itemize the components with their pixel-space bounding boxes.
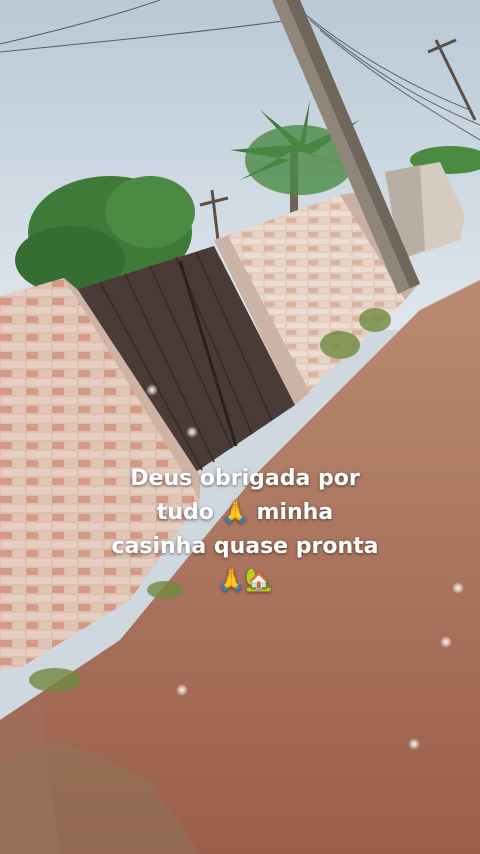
photo-scene	[0, 0, 480, 854]
sparkle	[408, 738, 420, 750]
sparkle	[176, 684, 188, 696]
caption-emoji-line: 🙏🏡	[217, 568, 273, 593]
sparkle	[452, 582, 464, 594]
sparkle	[186, 426, 198, 438]
caption-line: Deus obrigada por	[130, 466, 360, 491]
video-frame: Deus obrigada por tudo 🙏 minha casinha q…	[0, 0, 480, 854]
caption-line: tudo 🙏 minha	[156, 500, 334, 525]
sparkle	[440, 636, 452, 648]
sparkle	[146, 384, 158, 396]
caption-line: casinha quase pronta	[111, 534, 379, 559]
caption-overlay: Deus obrigada por tudo 🙏 minha casinha q…	[60, 462, 430, 598]
